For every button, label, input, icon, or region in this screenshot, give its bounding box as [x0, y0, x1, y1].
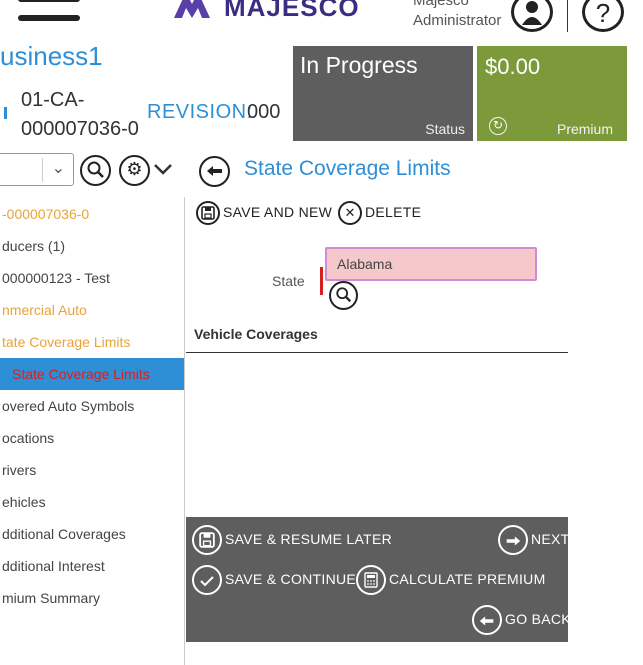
required-indicator [320, 267, 323, 295]
vehicle-coverages-title: Vehicle Coverages [194, 326, 318, 342]
state-input[interactable] [325, 247, 537, 281]
arrow-right-icon[interactable] [498, 525, 528, 555]
arrow-left-icon[interactable] [472, 605, 502, 635]
navigation-select[interactable]: ⌄ [0, 153, 74, 186]
premium-label: Premium [556, 121, 613, 137]
save-continue-button[interactable]: SAVE & CONTINUE [225, 571, 356, 587]
next-button[interactable]: NEXT [531, 531, 570, 547]
policy-number: 01-CA-000007036-0 [21, 89, 139, 140]
save-icon[interactable] [196, 201, 220, 225]
sidebar: -000007036-0 ducers (1) 000000123 - Test… [0, 197, 185, 665]
sidebar-item-premium-summary[interactable]: mium Summary [0, 582, 184, 614]
status-tile: In Progress Status [293, 46, 473, 141]
go-back-button[interactable]: GO BACK [505, 611, 571, 627]
status-label: Status [425, 121, 465, 137]
help-icon[interactable]: ? [582, 0, 624, 32]
search-icon[interactable] [80, 155, 111, 186]
sidebar-item-additional-coverages[interactable]: dditional Coverages [0, 518, 184, 550]
policy-name: usiness1 [0, 41, 103, 71]
save-icon[interactable] [192, 525, 222, 555]
section-divider [186, 352, 568, 353]
user-icon[interactable] [511, 0, 553, 32]
sidebar-item-locations[interactable]: ocations [0, 422, 184, 454]
sidebar-item-state-coverage-limits[interactable]: tate Coverage Limits [0, 326, 184, 358]
back-arrow-icon[interactable] [199, 156, 230, 187]
majesco-logo: MAJESCO [172, 0, 359, 26]
status-value: In Progress [300, 52, 418, 78]
sidebar-item-additional-interest[interactable]: dditional Interest [0, 550, 184, 582]
revision-label: REVISION: [147, 101, 253, 123]
sidebar-item-drivers[interactable]: rivers [0, 454, 184, 486]
sidebar-item-state-coverage-limits-active[interactable]: State Coverage Limits [0, 358, 184, 390]
refresh-icon[interactable]: ↻ [489, 117, 507, 135]
chevron-down-icon[interactable] [152, 160, 174, 181]
sidebar-item-covered-auto-symbols[interactable]: overed Auto Symbols [0, 390, 184, 422]
calculator-icon[interactable] [356, 565, 386, 595]
select-separator [42, 158, 43, 182]
premium-tile: $0.00 ↻ Premium [477, 46, 627, 141]
majesco-logo-mark [174, 0, 210, 18]
checkmark-icon[interactable] [192, 565, 222, 595]
delete-button[interactable]: DELETE [365, 204, 421, 220]
sidebar-item-commercial-auto[interactable]: nmercial Auto [0, 294, 184, 326]
revision-value: 000 [247, 101, 281, 123]
close-icon[interactable]: ✕ [338, 201, 362, 225]
user-role: Administrator [413, 12, 502, 29]
policy-marker [4, 107, 7, 119]
sidebar-item-policy[interactable]: -000007036-0 [0, 198, 184, 230]
save-and-new-button[interactable]: SAVE AND NEW [223, 204, 332, 220]
search-icon[interactable] [329, 281, 358, 310]
sidebar-item-vehicles[interactable]: ehicles [0, 486, 184, 518]
header-divider [567, 0, 568, 32]
section-title: State Coverage Limits [244, 157, 451, 180]
calculate-premium-button[interactable]: CALCULATE PREMIUM [389, 571, 546, 587]
sidebar-item-producers[interactable]: ducers (1) [0, 230, 184, 262]
save-resume-later-button[interactable]: SAVE & RESUME LATER [225, 531, 392, 547]
premium-value: $0.00 [485, 54, 541, 79]
chevron-down-icon: ⌄ [51, 160, 65, 177]
footer-action-bar: SAVE & RESUME LATER NEXT SAVE & CONTINUE… [186, 517, 571, 642]
hamburger-menu-button[interactable] [18, 0, 80, 28]
state-label: State [272, 273, 305, 289]
user-name: Majesco [413, 0, 469, 9]
gear-icon[interactable]: ⚙ [119, 155, 150, 186]
brand-name: MAJESCO [224, 0, 360, 22]
sidebar-item-account[interactable]: 000000123 - Test [0, 262, 184, 294]
